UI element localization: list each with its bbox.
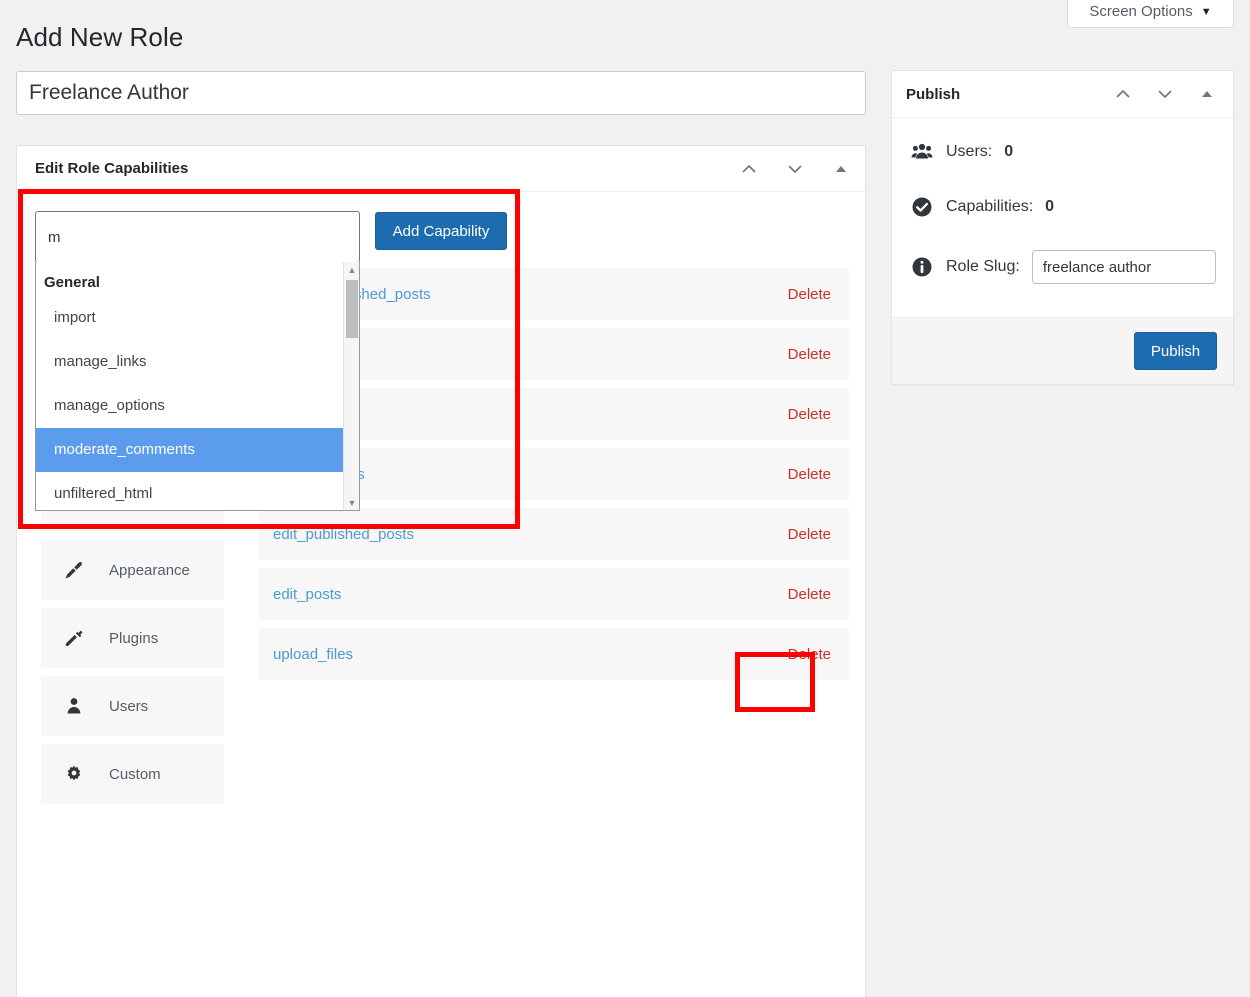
screen-options-label: Screen Options: [1089, 3, 1193, 20]
autocomplete-item[interactable]: import: [36, 296, 359, 340]
users-icon: [910, 140, 934, 164]
capability-name[interactable]: edit_posts: [273, 586, 341, 603]
users-count: 0: [1004, 143, 1014, 160]
delete-capability-link[interactable]: Delete: [788, 406, 831, 423]
users-label: Users:: [946, 143, 993, 160]
delete-capability-link[interactable]: Delete: [788, 346, 831, 363]
publish-button[interactable]: Publish: [1134, 332, 1217, 370]
users-count-row: Users: 0: [910, 140, 1233, 164]
sidebar-item-label: Appearance: [109, 561, 190, 579]
info-icon: [910, 255, 934, 279]
publish-panel-title: Publish: [906, 85, 961, 103]
table-row: upload_files Delete: [259, 628, 849, 680]
autocomplete-group-label: General: [44, 274, 100, 291]
sidebar-item-plugins[interactable]: Plugins: [41, 608, 224, 668]
sidebar-item-label: Custom: [109, 765, 161, 783]
move-down-icon[interactable]: [1155, 84, 1175, 104]
panel-title: Edit Role Capabilities: [35, 160, 189, 177]
screen-options-button[interactable]: Screen Options ▼: [1067, 0, 1234, 28]
admin-page: Screen Options ▼ Add New Role Edit Role …: [0, 0, 1250, 997]
delete-capability-link[interactable]: Delete: [788, 466, 831, 483]
role-slug-input[interactable]: [1031, 250, 1216, 284]
capability-autocomplete-dropdown: General import manage_links manage_optio…: [35, 262, 360, 511]
autocomplete-item-selected[interactable]: moderate_comments: [36, 428, 359, 472]
scroll-up-icon[interactable]: ▲: [344, 262, 359, 278]
gear-icon: [63, 763, 85, 785]
sidebar-item-custom[interactable]: Custom: [41, 744, 224, 804]
capability-name[interactable]: upload_files: [273, 646, 353, 663]
delete-capability-link[interactable]: Delete: [788, 286, 831, 303]
autocomplete-list: General import manage_links manage_optio…: [36, 262, 359, 510]
publish-panel-controls: [1113, 84, 1217, 104]
delete-capability-link[interactable]: Delete: [788, 526, 831, 543]
sidebar-item-users[interactable]: Users: [41, 676, 224, 736]
autocomplete-scrollbar[interactable]: ▲ ▼: [343, 262, 359, 510]
toggle-panel-icon[interactable]: [831, 159, 851, 179]
publish-panel: Publish Users: 0 Capabilities: 0 Role Sl…: [891, 70, 1234, 385]
panel-header: Edit Role Capabilities: [17, 146, 865, 192]
scroll-down-icon[interactable]: ▼: [344, 495, 359, 510]
move-up-icon[interactable]: [739, 159, 759, 179]
capability-search-input[interactable]: [35, 211, 360, 263]
autocomplete-item[interactable]: manage_links: [36, 340, 359, 384]
move-up-icon[interactable]: [1113, 84, 1133, 104]
sidebar-item-label: Users: [109, 697, 149, 715]
delete-capability-link[interactable]: Delete: [788, 586, 831, 603]
role-slug-label: Role Slug:: [946, 258, 1020, 275]
toggle-panel-icon[interactable]: [1197, 84, 1217, 104]
role-slug-row: Role Slug:: [910, 250, 1233, 284]
publish-panel-header: Publish: [892, 71, 1233, 118]
role-name-input[interactable]: [16, 71, 866, 115]
delete-capability-link[interactable]: Delete: [788, 646, 831, 663]
autocomplete-item[interactable]: unfiltered_html: [36, 472, 359, 510]
plug-icon: [63, 627, 85, 649]
capabilities-label: Capabilities:: [946, 198, 1034, 215]
user-icon: [63, 695, 85, 717]
publish-panel-footer: Publish: [892, 317, 1233, 384]
panel-controls: [739, 159, 851, 179]
capabilities-count: 0: [1045, 198, 1055, 215]
scrollbar-thumb[interactable]: [346, 280, 358, 338]
table-row: edit_posts Delete: [259, 568, 849, 620]
edit-role-capabilities-panel: Edit Role Capabilities Add Capability Ge…: [16, 145, 866, 997]
publish-panel-body: Users: 0 Capabilities: 0 Role Slug:: [892, 118, 1233, 318]
table-row: edit_published_posts Delete: [259, 508, 849, 560]
check-circle-icon: [910, 195, 934, 219]
brush-icon: [63, 559, 85, 581]
add-capability-button[interactable]: Add Capability: [375, 212, 507, 250]
sidebar-item-appearance[interactable]: Appearance: [41, 540, 224, 600]
autocomplete-item[interactable]: manage_options: [36, 384, 359, 428]
chevron-down-icon: ▼: [1200, 5, 1212, 18]
capabilities-count-row: Capabilities: 0: [910, 195, 1233, 219]
sidebar-item-label: Plugins: [109, 629, 159, 647]
capability-name[interactable]: edit_published_posts: [273, 526, 414, 543]
page-title: Add New Role: [16, 22, 184, 52]
move-down-icon[interactable]: [785, 159, 805, 179]
